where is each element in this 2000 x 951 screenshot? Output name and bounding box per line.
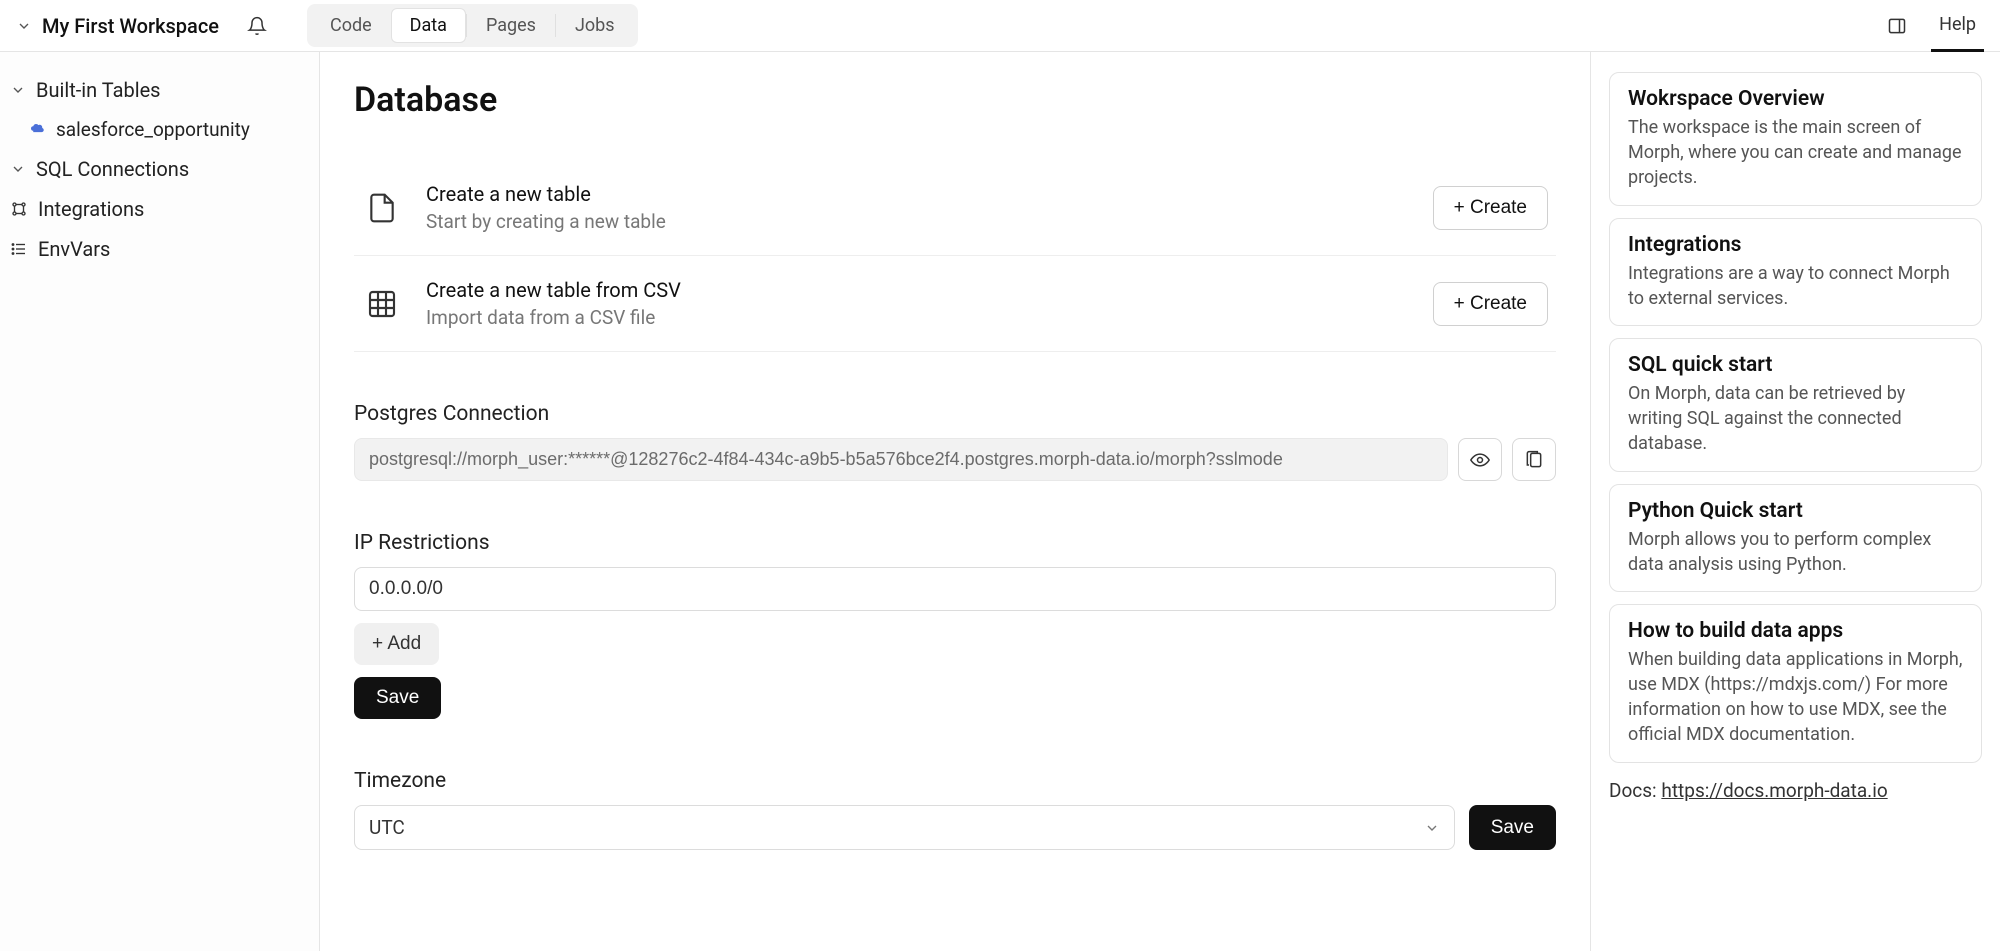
integrations-icon — [10, 200, 28, 218]
sidebar-item-label: salesforce_opportunity — [56, 118, 250, 141]
reveal-password-button[interactable] — [1458, 438, 1502, 481]
help-panel: Wokrspace Overview The workspace is the … — [1590, 52, 2000, 951]
create-table-subtitle: Start by creating a new table — [426, 210, 1409, 233]
help-card-data-apps[interactable]: How to build data apps When building dat… — [1609, 604, 1982, 763]
save-timezone-button[interactable]: Save — [1469, 805, 1556, 850]
sidebar: Built-in Tables salesforce_opportunity S… — [0, 52, 320, 951]
toggle-panel-button[interactable] — [1887, 16, 1907, 36]
eye-icon — [1470, 450, 1490, 470]
help-card-title: SQL quick start — [1628, 353, 1963, 377]
ip-restrictions-label: IP Restrictions — [354, 531, 1556, 555]
tab-pages[interactable]: Pages — [467, 8, 555, 43]
create-csv-title: Create a new table from CSV — [426, 278, 1409, 302]
salesforce-icon — [28, 121, 46, 139]
help-card-title: Wokrspace Overview — [1628, 87, 1963, 111]
sidebar-item-label: Built-in Tables — [36, 78, 161, 102]
notifications-button[interactable] — [247, 16, 267, 36]
timezone-value: UTC — [369, 816, 405, 839]
file-icon — [362, 192, 402, 224]
sidebar-item-sql-connections[interactable]: SQL Connections — [0, 149, 319, 189]
create-table-button[interactable]: + Create — [1433, 186, 1548, 230]
ip-restriction-input[interactable] — [354, 567, 1556, 611]
tab-code[interactable]: Code — [311, 8, 391, 43]
add-ip-button[interactable]: + Add — [354, 623, 439, 665]
help-card-body: Morph allows you to perform complex data… — [1628, 527, 1963, 577]
create-csv-subtitle: Import data from a CSV file — [426, 306, 1409, 329]
create-csv-button[interactable]: + Create — [1433, 282, 1548, 326]
page-title: Database — [354, 80, 1556, 120]
timezone-select[interactable]: UTC — [354, 805, 1455, 850]
help-card-python-quickstart[interactable]: Python Quick start Morph allows you to p… — [1609, 484, 1982, 592]
help-card-title: Python Quick start — [1628, 499, 1963, 523]
list-icon — [10, 240, 28, 258]
postgres-connection-input[interactable] — [354, 438, 1448, 481]
help-card-workspace-overview[interactable]: Wokrspace Overview The workspace is the … — [1609, 72, 1982, 206]
grid-icon — [362, 288, 402, 320]
help-card-title: How to build data apps — [1628, 619, 1963, 643]
tab-help[interactable]: Help — [1931, 0, 1984, 52]
sidebar-item-label: SQL Connections — [36, 157, 189, 181]
copy-connection-button[interactable] — [1512, 438, 1556, 481]
clipboard-icon — [1524, 450, 1544, 470]
tab-data[interactable]: Data — [391, 8, 466, 43]
sidebar-item-integrations[interactable]: Integrations — [0, 189, 319, 229]
sidebar-item-envvars[interactable]: EnvVars — [0, 229, 319, 269]
workspace-selector[interactable]: My First Workspace — [8, 10, 227, 42]
sidebar-item-builtin-tables[interactable]: Built-in Tables — [0, 70, 319, 110]
help-card-title: Integrations — [1628, 233, 1963, 257]
chevron-down-icon — [16, 18, 32, 34]
create-table-title: Create a new table — [426, 182, 1409, 206]
docs-prefix: Docs: — [1609, 779, 1661, 802]
save-ip-button[interactable]: Save — [354, 677, 441, 719]
help-card-sql-quickstart[interactable]: SQL quick start On Morph, data can be re… — [1609, 338, 1982, 472]
help-card-body: When building data applications in Morph… — [1628, 647, 1963, 748]
sidebar-item-label: Integrations — [38, 197, 144, 221]
chevron-down-icon — [1424, 820, 1440, 836]
timezone-label: Timezone — [354, 769, 1556, 793]
postgres-label: Postgres Connection — [354, 402, 1556, 426]
chevron-down-icon — [10, 82, 26, 98]
help-card-body: On Morph, data can be retrieved by writi… — [1628, 381, 1963, 457]
main-tabs: Code Data Pages Jobs — [307, 4, 638, 47]
sidebar-item-table-salesforce[interactable]: salesforce_opportunity — [0, 110, 319, 149]
main-content: Database Create a new table Start by cre… — [320, 52, 1590, 951]
help-card-body: Integrations are a way to connect Morph … — [1628, 261, 1963, 311]
docs-link[interactable]: https://docs.morph-data.io — [1661, 779, 1887, 802]
tab-jobs[interactable]: Jobs — [556, 8, 634, 43]
docs-line: Docs: https://docs.morph-data.io — [1609, 779, 1982, 802]
help-card-body: The workspace is the main screen of Morp… — [1628, 115, 1963, 191]
create-csv-row: Create a new table from CSV Import data … — [354, 256, 1556, 352]
workspace-title: My First Workspace — [42, 14, 219, 38]
sidebar-item-label: EnvVars — [38, 237, 110, 261]
help-card-integrations[interactable]: Integrations Integrations are a way to c… — [1609, 218, 1982, 326]
create-table-row: Create a new table Start by creating a n… — [354, 160, 1556, 256]
chevron-down-icon — [10, 161, 26, 177]
